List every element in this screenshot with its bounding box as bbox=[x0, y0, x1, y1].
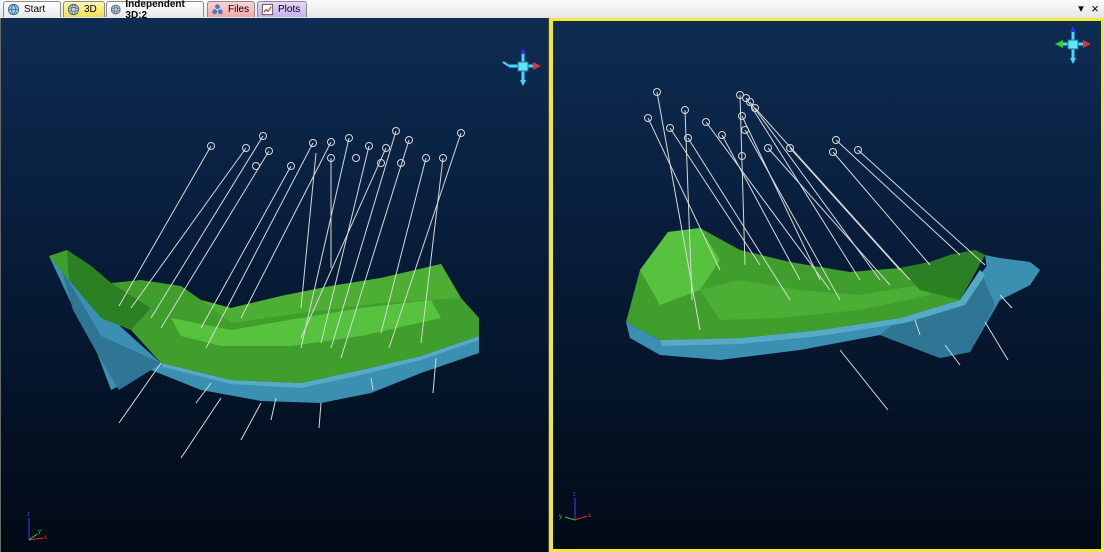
drillhole-collars bbox=[644, 88, 862, 160]
files-icon bbox=[212, 4, 223, 15]
close-button[interactable]: × bbox=[1089, 2, 1101, 16]
3d-globe-icon bbox=[67, 3, 80, 16]
axes-triad-icon: z x y bbox=[559, 492, 591, 521]
tab-plots[interactable]: Plots bbox=[257, 1, 307, 17]
tab-start[interactable]: Start bbox=[3, 1, 61, 17]
viewport-3d-right-active[interactable]: z x y bbox=[550, 18, 1104, 552]
svg-text:z: z bbox=[27, 512, 30, 518]
svg-text:x: x bbox=[588, 513, 591, 519]
tab-menu-dropdown-button[interactable]: ▾ bbox=[1075, 2, 1087, 16]
svg-text:z: z bbox=[573, 492, 576, 498]
globe-icon bbox=[7, 3, 20, 16]
tab-label: Files bbox=[228, 4, 250, 15]
tab-independent-3d-2[interactable]: Independent 3D:2 bbox=[106, 0, 204, 21]
tab-bar: Start 3D Independent 3D:2 Files Plots ▾ … bbox=[0, 0, 1104, 21]
tab-3d[interactable]: 3D bbox=[63, 1, 105, 17]
plots-icon bbox=[261, 3, 274, 16]
navigation-cube-icon[interactable] bbox=[502, 48, 541, 86]
scene-3d[interactable]: z x y bbox=[1, 18, 549, 552]
viewport-3d-left[interactable]: z x y bbox=[0, 18, 549, 552]
svg-text:y: y bbox=[559, 514, 562, 520]
3d-globe-icon bbox=[110, 4, 121, 15]
scene-3d[interactable]: z x y bbox=[553, 21, 1101, 549]
svg-text:x: x bbox=[44, 535, 47, 541]
tab-label: 3D bbox=[84, 4, 97, 15]
surface-rim bbox=[985, 255, 1040, 300]
tab-label: Plots bbox=[278, 4, 301, 15]
tab-files[interactable]: Files bbox=[207, 1, 255, 17]
svg-text:y: y bbox=[38, 529, 41, 535]
navigation-cube-icon[interactable] bbox=[1055, 26, 1091, 64]
axes-triad-icon: z x y bbox=[27, 512, 47, 541]
tab-label: Start bbox=[24, 4, 46, 15]
